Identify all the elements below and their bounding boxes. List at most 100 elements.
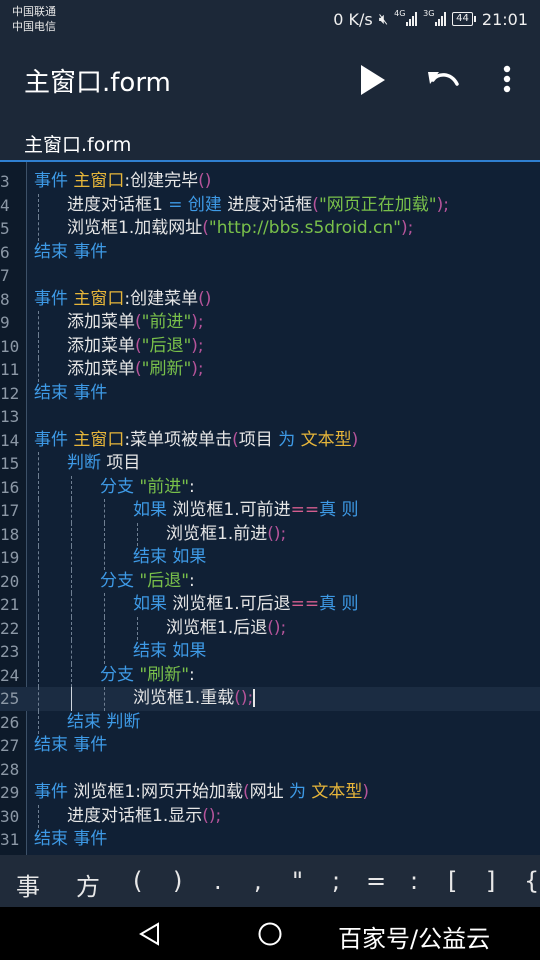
code-token: 为: [289, 782, 306, 802]
code-line[interactable]: 31 结束 事件: [0, 828, 540, 852]
code-token: "前进": [139, 476, 190, 497]
symbol-key[interactable]: 方: [76, 867, 100, 902]
code-token: "刷新": [141, 359, 192, 379]
code-token: 真 则: [319, 500, 359, 520]
code-line[interactable]: 24 分支 "刷新":: [0, 663, 540, 687]
code-token: 分支: [100, 664, 134, 685]
nav-back-button[interactable]: [138, 921, 162, 947]
code-line[interactable]: 10 添加菜单("后退");: [0, 334, 540, 358]
code-line[interactable]: 3 事件 主窗口:创建完毕(): [0, 170, 540, 194]
symbol-key[interactable]: ,: [254, 867, 262, 895]
code-token: 浏览框1.可后退: [167, 594, 291, 614]
code-line[interactable]: 15 判断 项目: [0, 452, 540, 476]
indent-guide: [38, 710, 39, 734]
code-token: 网址: [249, 782, 289, 802]
code-line[interactable]: 9 添加菜单("前进");: [0, 311, 540, 335]
code-line[interactable]: 29 事件 浏览框1:网页开始加载(网址 为 文本型): [0, 781, 540, 805]
symbol-key[interactable]: .: [214, 867, 222, 895]
code-line[interactable]: 16 分支 "前进":: [0, 475, 540, 500]
clock: 21:01: [481, 9, 528, 29]
code-token: (: [312, 194, 319, 215]
code-token: 添加菜单: [67, 335, 135, 356]
code-line[interactable]: 17 如果 浏览框1.可前进==真 则: [0, 499, 540, 523]
more-options-button[interactable]: [492, 60, 522, 100]
line-number: 6: [0, 242, 10, 262]
code-text: 浏览框1.后退();: [166, 617, 286, 641]
symbol-key[interactable]: 事: [16, 867, 40, 902]
symbol-key[interactable]: (: [133, 867, 142, 895]
code-token: 浏览框1.可前进: [167, 500, 291, 520]
indent-guide: [38, 569, 39, 593]
code-line[interactable]: 12 结束 事件: [0, 382, 540, 406]
code-line[interactable]: 4 进度对话框1 = 创建 进度对话框("网页正在加载");: [0, 193, 540, 217]
code-token: 事件: [34, 429, 68, 450]
code-line[interactable]: 6 结束 事件: [0, 241, 540, 265]
code-token: :: [189, 570, 195, 591]
code-line[interactable]: 23 结束 如果: [0, 640, 540, 664]
code-line[interactable]: 14 事件 主窗口:菜单项被单击(项目 为 文本型): [0, 429, 540, 453]
indent-guide: [71, 475, 72, 499]
line-number: 10: [0, 336, 20, 356]
indent-guide: [71, 663, 72, 687]
code-token: 项目: [238, 429, 279, 450]
code-line[interactable]: 8 事件 主窗口:创建菜单(): [0, 288, 540, 312]
code-text: 结束 事件: [34, 382, 107, 406]
symbol-key[interactable]: [: [448, 867, 457, 895]
code-editor[interactable]: 3 事件 主窗口:创建完毕() 4 进度对话框1 = 创建 进度对话框("网页正在加载…: [0, 162, 540, 855]
tab-bar: 主窗口.form: [0, 122, 540, 162]
code-token: 浏览框1.后退: [166, 617, 268, 638]
code-token: );: [191, 312, 204, 332]
code-text: 分支 "前进":: [100, 476, 195, 500]
symbol-key[interactable]: {: [524, 867, 539, 895]
run-button[interactable]: [352, 60, 392, 100]
code-line[interactable]: 30 进度对话框1.显示();: [0, 804, 540, 828]
code-line[interactable]: 25 浏览框1.重载();: [0, 687, 540, 711]
code-token: :: [189, 664, 195, 685]
code-line[interactable]: 21 如果 浏览框1.可后退==真 则: [0, 593, 540, 617]
code-text: 结束 如果: [133, 546, 206, 570]
code-line[interactable]: 28: [0, 758, 540, 782]
code-line[interactable]: 19 结束 如果: [0, 546, 540, 570]
code-text: 事件 主窗口:创建完毕(): [34, 170, 211, 194]
code-line[interactable]: 11 添加菜单("刷新");: [0, 358, 540, 382]
battery-icon: 44: [452, 12, 476, 26]
line-number: 29: [0, 783, 20, 802]
symbol-key[interactable]: :: [410, 867, 418, 895]
code-token: 添加菜单: [67, 359, 135, 379]
line-number: 14: [0, 430, 20, 450]
code-line[interactable]: 7: [0, 264, 540, 288]
code-text: 事件 主窗口:菜单项被单击(项目 为 文本型): [34, 429, 358, 453]
nav-home-button[interactable]: [257, 921, 283, 947]
code-line[interactable]: 27 结束 事件: [0, 734, 540, 758]
code-line[interactable]: 5 浏览框1.加载网址("http://bbs.s5droid.cn");: [0, 217, 540, 241]
code-line[interactable]: 26 结束 判断: [0, 710, 540, 734]
symbol-key[interactable]: ]: [486, 867, 495, 895]
code-token: 结束 事件: [34, 735, 108, 755]
code-line[interactable]: 22 浏览框1.后退();: [0, 616, 540, 641]
indent-guide: [38, 452, 39, 476]
tab-main-form[interactable]: 主窗口.form: [24, 130, 131, 157]
signal-4g-icon: 4G: [394, 9, 418, 26]
code-token: 真 则: [319, 594, 359, 614]
line-number: 22: [0, 618, 20, 638]
code-token: "前进": [141, 312, 192, 332]
code-token: );: [191, 359, 204, 379]
code-token: (): [198, 288, 212, 309]
symbol-key[interactable]: ): [173, 867, 182, 895]
code-line[interactable]: 20 分支 "后退":: [0, 569, 540, 593]
line-number: 7: [0, 266, 10, 285]
code-line[interactable]: 13: [0, 405, 540, 429]
symbol-key[interactable]: ;: [332, 867, 340, 895]
code-token: );: [436, 194, 449, 215]
code-area[interactable]: 3 事件 主窗口:创建完毕() 4 进度对话框1 = 创建 进度对话框("网页正在加载…: [0, 170, 540, 852]
code-token: );: [191, 335, 204, 356]
code-line[interactable]: 18 浏览框1.前进();: [0, 522, 540, 546]
navigation-bar: 百家号/公益云: [0, 907, 540, 960]
symbol-key[interactable]: ": [292, 867, 303, 895]
symbol-key[interactable]: =: [366, 867, 386, 895]
undo-button[interactable]: [423, 60, 463, 100]
code-token: 浏览框1.加载网址: [67, 218, 203, 238]
code-token: 事件: [34, 288, 68, 309]
code-token: (: [135, 335, 142, 356]
code-text: 浏览框1.加载网址("http://bbs.s5droid.cn");: [67, 217, 413, 241]
